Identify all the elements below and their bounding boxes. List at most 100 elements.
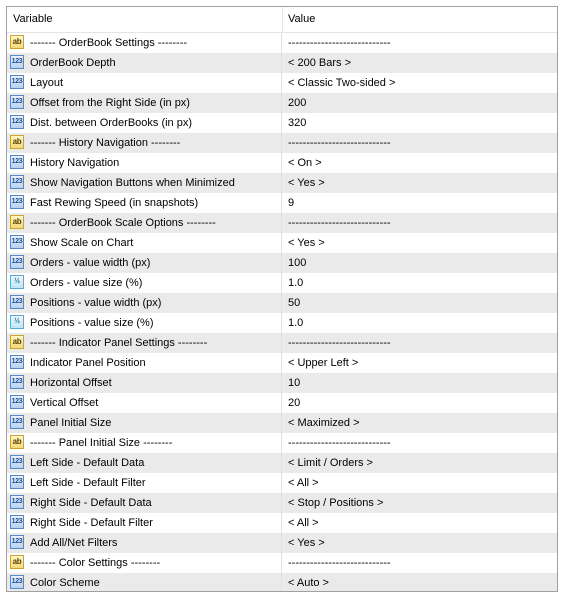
value-cell[interactable]: < On >: [282, 153, 557, 173]
column-separator[interactable]: [282, 7, 283, 32]
table-row[interactable]: 123 Right Side - Default Filter < All >: [7, 513, 557, 533]
table-row[interactable]: 123 History Navigation < On >: [7, 153, 557, 173]
variable-cell[interactable]: 123 Layout: [7, 73, 282, 93]
table-row[interactable]: 123 Color Scheme < Auto >: [7, 573, 557, 591]
value-cell[interactable]: < Stop / Positions >: [282, 493, 557, 513]
value-cell[interactable]: ----------------------------: [282, 333, 557, 353]
value-cell[interactable]: 100: [282, 253, 557, 273]
variable-value: < Maximized >: [288, 417, 360, 429]
variable-cell[interactable]: 123 Color Scheme: [7, 573, 282, 591]
value-cell[interactable]: 50: [282, 293, 557, 313]
variable-cell[interactable]: 123 Right Side - Default Data: [7, 493, 282, 513]
variable-cell[interactable]: 123 Add All/Net Filters: [7, 533, 282, 553]
variable-value: 320: [288, 117, 307, 129]
integer-type-icon: 123: [10, 255, 24, 269]
value-cell[interactable]: ----------------------------: [282, 33, 557, 53]
variable-cell[interactable]: 123 Show Navigation Buttons when Minimize…: [7, 173, 282, 193]
value-cell[interactable]: < Yes >: [282, 173, 557, 193]
value-cell[interactable]: < All >: [282, 513, 557, 533]
variable-cell[interactable]: 123 Dist. between OrderBooks (in px): [7, 113, 282, 133]
variable-cell[interactable]: ab ------- OrderBook Settings --------: [7, 33, 282, 53]
section-separator-row[interactable]: ab ------- OrderBook Settings -------- ---…: [7, 33, 557, 53]
variable-value: < On >: [288, 157, 322, 169]
variable-cell[interactable]: 123 Vertical Offset: [7, 393, 282, 413]
value-cell[interactable]: < Yes >: [282, 233, 557, 253]
variable-cell[interactable]: 123 Show Scale on Chart: [7, 233, 282, 253]
variable-cell[interactable]: ab ------- History Navigation --------: [7, 133, 282, 153]
column-header-variable[interactable]: Variable: [13, 7, 53, 32]
table-row[interactable]: 123 Show Navigation Buttons when Minimize…: [7, 173, 557, 193]
section-separator-row[interactable]: ab ------- OrderBook Scale Options ------…: [7, 213, 557, 233]
variable-cell[interactable]: 123 Positions - value width (px): [7, 293, 282, 313]
table-row[interactable]: 123 Right Side - Default Data < Stop / Pos…: [7, 493, 557, 513]
value-cell[interactable]: ----------------------------: [282, 433, 557, 453]
value-cell[interactable]: < Auto >: [282, 573, 557, 591]
value-cell[interactable]: 20: [282, 393, 557, 413]
variable-cell[interactable]: ab ------- Panel Initial Size --------: [7, 433, 282, 453]
value-cell[interactable]: 320: [282, 113, 557, 133]
variable-cell[interactable]: 123 Offset from the Right Side (in px): [7, 93, 282, 113]
variable-cell[interactable]: 123 Fast Rewing Speed (in snapshots): [7, 193, 282, 213]
table-row[interactable]: 123 Dist. between OrderBooks (in px) 320: [7, 113, 557, 133]
table-row[interactable]: 123 Panel Initial Size < Maximized >: [7, 413, 557, 433]
variable-cell[interactable]: 123 History Navigation: [7, 153, 282, 173]
integer-type-icon: 123: [10, 535, 24, 549]
table-row[interactable]: 123 Add All/Net Filters < Yes >: [7, 533, 557, 553]
section-separator-row[interactable]: ab ------- History Navigation -------- ---…: [7, 133, 557, 153]
variable-cell[interactable]: 123 Indicator Panel Position: [7, 353, 282, 373]
variable-cell[interactable]: 123 Left Side - Default Filter: [7, 473, 282, 493]
table-row[interactable]: 123 Layout < Classic Two-sided >: [7, 73, 557, 93]
variable-cell[interactable]: ½ Positions - value size (%): [7, 313, 282, 333]
variable-cell[interactable]: ab ------- OrderBook Scale Options ------…: [7, 213, 282, 233]
variable-cell[interactable]: ab ------- Indicator Panel Settings -----…: [7, 333, 282, 353]
variable-cell[interactable]: 123 Horizontal Offset: [7, 373, 282, 393]
section-separator-row[interactable]: ab ------- Panel Initial Size -------- ---…: [7, 433, 557, 453]
table-row[interactable]: 123 Left Side - Default Filter < All >: [7, 473, 557, 493]
value-cell[interactable]: 10: [282, 373, 557, 393]
variable-name: Panel Initial Size: [30, 417, 112, 429]
value-cell[interactable]: 1.0: [282, 273, 557, 293]
table-row[interactable]: 123 OrderBook Depth < 200 Bars >: [7, 53, 557, 73]
variable-cell[interactable]: 123 Left Side - Default Data: [7, 453, 282, 473]
value-cell[interactable]: < 200 Bars >: [282, 53, 557, 73]
variable-cell[interactable]: 123 OrderBook Depth: [7, 53, 282, 73]
variable-name: OrderBook Depth: [30, 57, 116, 69]
table-row[interactable]: 123 Fast Rewing Speed (in snapshots) 9: [7, 193, 557, 213]
table-row[interactable]: 123 Orders - value width (px) 100: [7, 253, 557, 273]
table-row[interactable]: 123 Left Side - Default Data < Limit / Ord…: [7, 453, 557, 473]
value-cell[interactable]: ----------------------------: [282, 133, 557, 153]
variable-cell[interactable]: ab ------- Color Settings --------: [7, 553, 282, 573]
table-row[interactable]: 123 Indicator Panel Position < Upper Left …: [7, 353, 557, 373]
value-cell[interactable]: < Limit / Orders >: [282, 453, 557, 473]
variable-cell[interactable]: 123 Right Side - Default Filter: [7, 513, 282, 533]
value-cell[interactable]: < Yes >: [282, 533, 557, 553]
value-cell[interactable]: ----------------------------: [282, 213, 557, 233]
table-row[interactable]: 123 Show Scale on Chart < Yes >: [7, 233, 557, 253]
integer-type-icon: 123: [10, 195, 24, 209]
section-separator-row[interactable]: ab ------- Indicator Panel Settings -----…: [7, 333, 557, 353]
table-row[interactable]: 123 Offset from the Right Side (in px) 200: [7, 93, 557, 113]
table-row[interactable]: 123 Vertical Offset 20: [7, 393, 557, 413]
variable-name: ------- OrderBook Settings --------: [30, 37, 188, 49]
table-row[interactable]: 123 Positions - value width (px) 50: [7, 293, 557, 313]
value-cell[interactable]: 9: [282, 193, 557, 213]
section-separator-row[interactable]: ab ------- Color Settings -------- -------…: [7, 553, 557, 573]
value-cell[interactable]: 200: [282, 93, 557, 113]
value-cell[interactable]: < All >: [282, 473, 557, 493]
column-header-value[interactable]: Value: [288, 7, 315, 32]
value-cell[interactable]: ----------------------------: [282, 553, 557, 573]
table-row[interactable]: 123 Horizontal Offset 10: [7, 373, 557, 393]
variable-name: Show Navigation Buttons when Minimized: [30, 177, 235, 189]
value-cell[interactable]: < Classic Two-sided >: [282, 73, 557, 93]
variable-name: ------- History Navigation --------: [30, 137, 181, 149]
table-row[interactable]: ½ Positions - value size (%) 1.0: [7, 313, 557, 333]
value-cell[interactable]: < Upper Left >: [282, 353, 557, 373]
integer-type-icon: 123: [10, 55, 24, 69]
variable-cell[interactable]: 123 Panel Initial Size: [7, 413, 282, 433]
variable-value: < Yes >: [288, 237, 325, 249]
table-row[interactable]: ½ Orders - value size (%) 1.0: [7, 273, 557, 293]
value-cell[interactable]: 1.0: [282, 313, 557, 333]
variable-cell[interactable]: ½ Orders - value size (%): [7, 273, 282, 293]
value-cell[interactable]: < Maximized >: [282, 413, 557, 433]
variable-cell[interactable]: 123 Orders - value width (px): [7, 253, 282, 273]
